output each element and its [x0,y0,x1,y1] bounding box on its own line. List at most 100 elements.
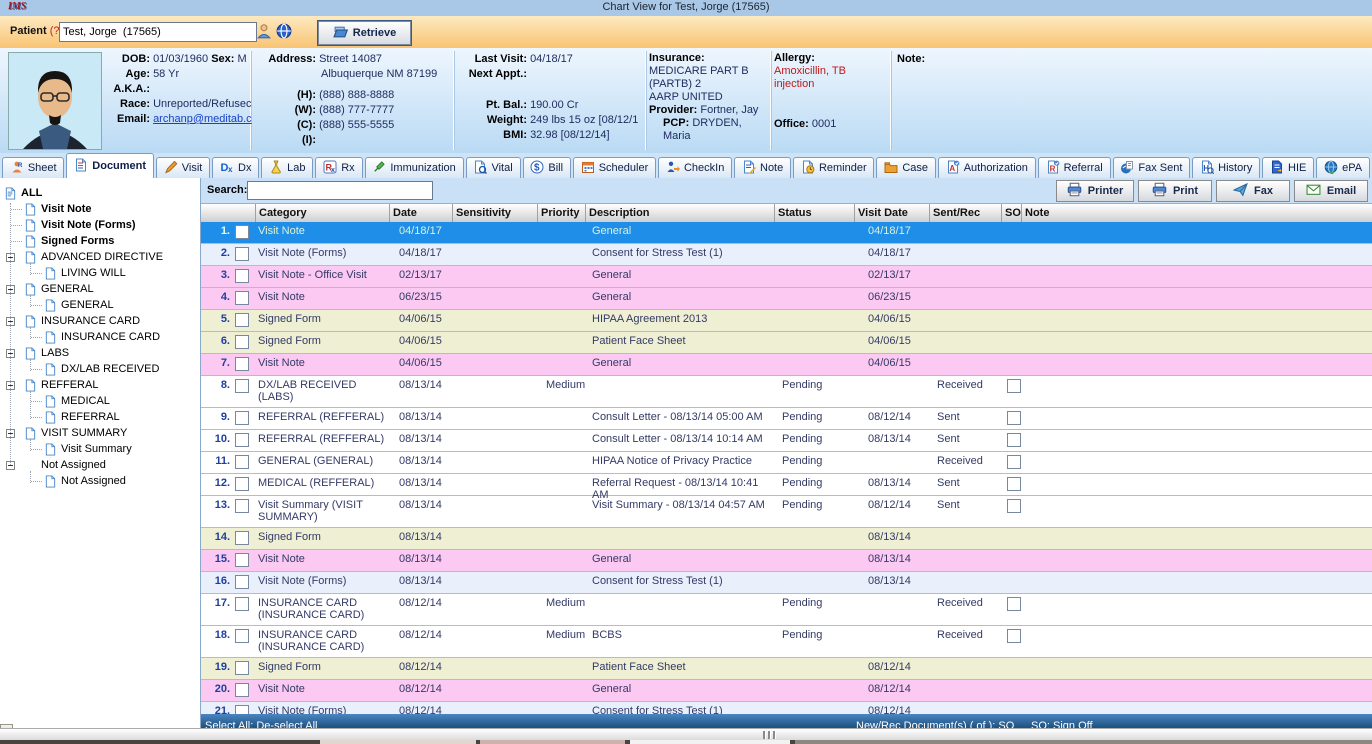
column-header-Sent/Rec[interactable]: Sent/Rec [930,204,1002,222]
tab-checkin[interactable]: CheckIn [658,157,732,178]
tree-item-insurance-card[interactable]: INSURANCE CARD [44,329,160,345]
column-header-Note[interactable]: Note [1022,204,1372,222]
row-checkbox[interactable] [235,661,249,675]
column-header-Description[interactable]: Description [586,204,775,222]
table-row[interactable]: 6.Signed Form04/06/15Patient Face Sheet0… [201,332,1372,354]
tab-referral[interactable]: RReferral [1038,157,1111,178]
row-checkbox[interactable] [235,433,249,447]
tree-item-insurance-card[interactable]: INSURANCE CARD [24,313,140,329]
retrieve-button[interactable]: Retrieve [318,21,411,45]
tree-item-advanced-directive[interactable]: ADVANCED DIRECTIVE [24,249,163,265]
tab-case[interactable]: Case [876,157,935,178]
table-row[interactable]: 5.Signed Form04/06/15HIPAA Agreement 201… [201,310,1372,332]
print-button[interactable]: Print [1138,180,1212,202]
row-checkbox[interactable] [235,575,249,589]
so-checkbox[interactable] [1007,433,1021,447]
table-row[interactable]: 11.GENERAL (GENERAL)08/13/14HIPAA Notice… [201,452,1372,474]
so-checkbox[interactable] [1007,597,1021,611]
table-row[interactable]: 2.Visit Note (Forms)04/18/17Consent for … [201,244,1372,266]
tab-authorization[interactable]: AAuthorization [938,157,1036,178]
so-checkbox[interactable] [1007,629,1021,643]
table-row[interactable]: 17.INSURANCE CARD (INSURANCE CARD)08/12/… [201,594,1372,626]
column-header-Category[interactable]: Category [256,204,390,222]
tab-lab[interactable]: Lab [261,157,313,178]
tab-document[interactable]: Document [66,153,153,178]
web-globe-icon[interactable] [276,23,293,40]
tree-item-refferal[interactable]: REFFERAL [24,377,98,393]
tree-item-not-assigned[interactable]: Not Assigned [44,473,126,489]
table-row[interactable]: 10.REFERRAL (REFFERAL)08/13/14Consult Le… [201,430,1372,452]
table-row[interactable]: 20.Visit Note08/12/14General08/12/14 [201,680,1372,702]
column-header-Visit Date[interactable]: Visit Date [855,204,930,222]
tab-visit[interactable]: Visit [156,157,210,178]
row-checkbox[interactable] [235,597,249,611]
tree-item-referral[interactable]: REFERRAL [44,409,120,425]
column-header-Status[interactable]: Status [775,204,855,222]
column-header-Priority[interactable]: Priority [538,204,586,222]
column-header-select[interactable] [201,204,256,222]
tab-scheduler[interactable]: Scheduler [573,157,656,178]
tree-item-visit-note-forms-[interactable]: Visit Note (Forms) [24,217,136,233]
tab-history[interactable]: HHistory [1192,157,1260,178]
tab-note[interactable]: Note [734,157,791,178]
tab-hie[interactable]: HIE [1262,157,1314,178]
tab-epa[interactable]: ePA [1316,157,1370,178]
table-row[interactable]: 3.Visit Note - Office Visit02/13/17Gener… [201,266,1372,288]
email-button[interactable]: Email [1294,180,1368,202]
row-checkbox[interactable] [235,629,249,643]
tree-item-living-will[interactable]: LIVING WILL [44,265,126,281]
so-checkbox[interactable] [1007,411,1021,425]
tree-item-visit-summary[interactable]: Visit Summary [44,441,132,457]
tab-sheet[interactable]: RSheet [2,157,64,178]
search-input[interactable] [247,181,433,200]
row-checkbox[interactable] [235,455,249,469]
row-checkbox[interactable] [235,531,249,545]
table-row[interactable]: 1.Visit Note04/18/17General04/18/17 [201,222,1372,244]
tree-item-medical[interactable]: MEDICAL [44,393,110,409]
tab-rx[interactable]: RxRx [315,157,362,178]
email-link[interactable]: archanp@meditab.c [153,113,252,125]
row-checkbox[interactable] [235,553,249,567]
tab-dx[interactable]: DxDx [212,157,259,178]
table-row[interactable]: 15.Visit Note08/13/14General08/13/14 [201,550,1372,572]
table-row[interactable]: 18.INSURANCE CARD (INSURANCE CARD)08/12/… [201,626,1372,658]
so-checkbox[interactable] [1007,379,1021,393]
column-header-Date[interactable]: Date [390,204,453,222]
footer-select-all[interactable]: Select All; De-select All [205,720,318,728]
row-checkbox[interactable] [235,225,249,239]
row-checkbox[interactable] [235,313,249,327]
row-checkbox[interactable] [235,269,249,283]
printer-button[interactable]: Printer [1056,180,1134,202]
tab-vital[interactable]: Vital [466,157,521,178]
so-checkbox[interactable] [1007,499,1021,513]
column-header-SO[interactable]: SO [1002,204,1022,222]
row-checkbox[interactable] [235,379,249,393]
row-checkbox[interactable] [235,411,249,425]
tree-item-not-assigned[interactable]: Not Assigned [24,457,106,473]
row-checkbox[interactable] [235,477,249,491]
table-row[interactable]: 14.Signed Form08/13/1408/13/14 [201,528,1372,550]
tree-item-visit-note[interactable]: Visit Note [24,201,92,217]
table-row[interactable]: 4.Visit Note06/23/15General06/23/15 [201,288,1372,310]
scrollbar-grip-icon[interactable] [763,731,776,739]
tab-immunization[interactable]: Immunization [365,157,464,178]
table-row[interactable]: 16.Visit Note (Forms)08/13/14Consent for… [201,572,1372,594]
tree-item-visit-summary[interactable]: VISIT SUMMARY [24,425,127,441]
table-row[interactable]: 12.MEDICAL (REFFERAL)08/13/14Referral Re… [201,474,1372,496]
patient-search-input[interactable] [59,22,257,42]
tree-item-all[interactable]: ALL [4,185,42,201]
tab-bill[interactable]: $Bill [523,157,571,178]
tree-item-signed-forms[interactable]: Signed Forms [24,233,114,249]
so-checkbox[interactable] [1007,477,1021,491]
tree-item-general[interactable]: GENERAL [44,297,114,313]
fax-button[interactable]: Fax [1216,180,1290,202]
table-row[interactable]: 13.Visit Summary (VISIT SUMMARY)08/13/14… [201,496,1372,528]
row-checkbox[interactable] [235,335,249,349]
row-checkbox[interactable] [235,357,249,371]
tree-item-general[interactable]: GENERAL [24,281,94,297]
table-row[interactable]: 19.Signed Form08/12/14Patient Face Sheet… [201,658,1372,680]
row-checkbox[interactable] [235,291,249,305]
tab-reminder[interactable]: Reminder [793,157,874,178]
tab-fax-sent[interactable]: Fax Sent [1113,157,1191,178]
row-checkbox[interactable] [235,247,249,261]
